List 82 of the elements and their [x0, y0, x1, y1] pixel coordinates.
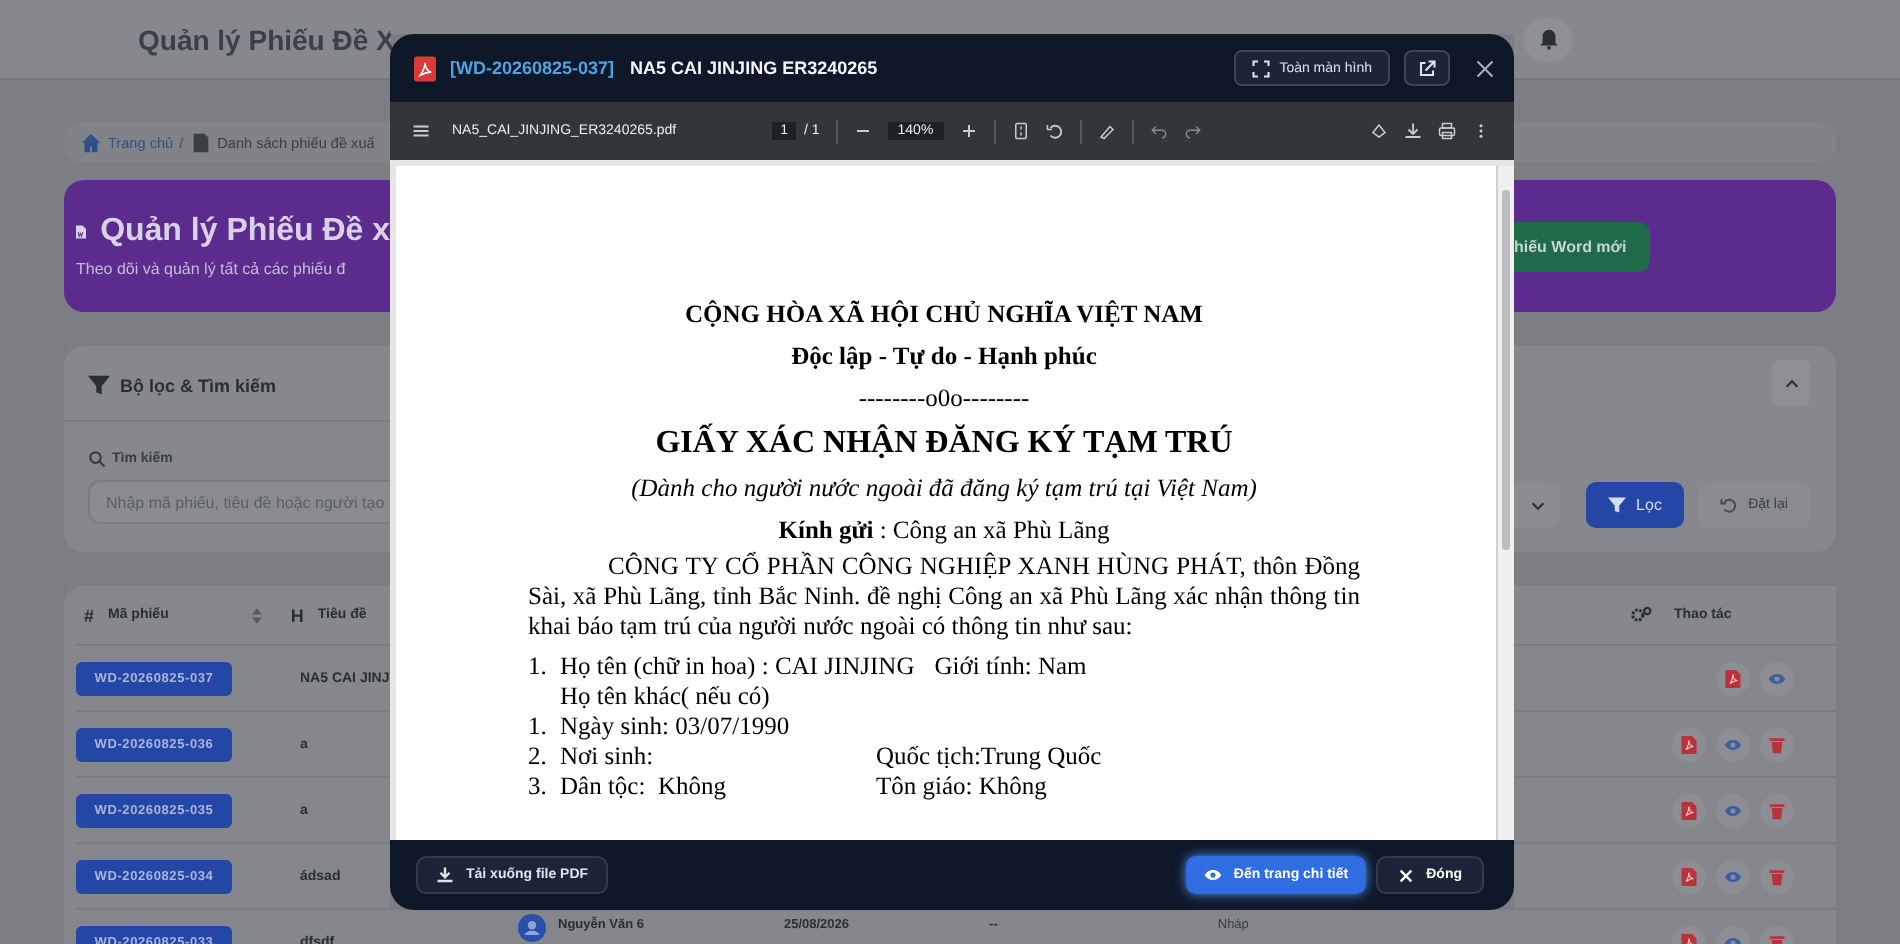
pdf-file-icon: [1724, 669, 1742, 687]
document-field: Quốc tịch:Trung Quốc: [876, 742, 1102, 772]
view-action-button[interactable]: [1716, 859, 1750, 893]
undo-icon: [1720, 496, 1739, 514]
close-icon[interactable]: [1476, 59, 1494, 77]
trash-icon: [1768, 735, 1786, 753]
bell-icon: [1537, 28, 1559, 50]
external-link-icon: [1418, 59, 1436, 77]
document-field: Nơi sinh:: [560, 742, 856, 772]
menu-icon[interactable]: [412, 122, 430, 140]
trash-icon: [1768, 867, 1786, 885]
document-subtitle: (Dành cho người nước ngoài đã đăng ký tạm trú tại Việt Nam): [629, 472, 1259, 506]
dialog-title: NA5 CAI JINJING ER3240265: [630, 58, 880, 78]
document-field: Ngày sinh: 03/07/1990: [560, 712, 856, 742]
document-paragraph: CÔNG TY CỔ PHẦN CÔNG NGHIỆP XANH HÙNG PHÁT, thôn Đồng Sài, xã Phù Lãng, tỉnh Bắc Ninh. đề nghị Công an xã Phù Lãng xác nhận thông tin khai báo tạm trú của người nước ngoài có thông tin như sau:: [528, 552, 1360, 642]
document-code: [WD-20260825-037]: [450, 58, 615, 78]
dropdown-field[interactable]: [1514, 482, 1560, 528]
eye-icon: [1724, 867, 1742, 885]
document-field: Tôn giáo: Không: [876, 772, 1047, 802]
banner-title: Quản lý Phiếu Đề x: [100, 214, 390, 250]
notification-button[interactable]: [1524, 17, 1572, 61]
document-field: Giới tính: Nam: [934, 652, 1087, 682]
fit-page-icon[interactable]: [1011, 122, 1030, 140]
new-word-form-button[interactable]: hiếu Word mới: [1514, 221, 1651, 271]
view-action-button[interactable]: [1716, 793, 1750, 827]
delete-action-button[interactable]: [1760, 727, 1794, 761]
document-heading: CỘNG HÒA XÃ HỘI CHỦ NGHĨA VIỆT NAM: [683, 298, 1205, 332]
document-field: Họ tên khác( nếu có): [560, 682, 1087, 712]
banner-subtitle: Theo dõi và quản lý tất cả các phiếu đ: [76, 260, 348, 278]
filter-icon: [88, 374, 110, 396]
user-avatar-icon: [518, 914, 546, 942]
document-recipient: Kính gửi : Công an xã Phù Lãng: [776, 514, 1112, 548]
scrollbar[interactable]: [1496, 166, 1514, 840]
undo-icon[interactable]: [1149, 122, 1168, 140]
download-icon[interactable]: [1404, 122, 1422, 140]
view-action-button[interactable]: [1760, 661, 1794, 695]
pdf-file-icon: [1680, 735, 1698, 753]
pdf-action-button[interactable]: [1716, 661, 1750, 695]
list-number: 2.: [528, 742, 549, 772]
chevron-up-icon: [1783, 375, 1799, 391]
heading-icon: H: [290, 605, 304, 625]
collapse-button[interactable]: [1772, 360, 1810, 406]
filter-button[interactable]: Lọc: [1586, 482, 1684, 528]
pdf-action-button[interactable]: [1672, 859, 1706, 893]
pdf-file-icon: [414, 55, 436, 81]
eye-icon: [1768, 669, 1786, 687]
hash-icon: #: [84, 605, 95, 625]
document-divider-text: --------o0o--------: [856, 382, 1032, 416]
delete-action-button[interactable]: [1760, 859, 1794, 893]
eye-icon: [1724, 801, 1742, 819]
home-icon: [80, 131, 102, 153]
pdf-file-icon: [1680, 801, 1698, 819]
plus-icon[interactable]: [959, 122, 978, 140]
document-title: GIẤY XÁC NHẬN ĐĂNG KÝ TẠM TRÚ: [653, 421, 1235, 464]
redo-icon[interactable]: [1183, 122, 1202, 140]
eye-icon: [1724, 735, 1742, 753]
document-field: Họ tên (chữ in hoa) : CAI JINJING: [560, 652, 915, 682]
view-action-button[interactable]: [1716, 727, 1750, 761]
pdf-action-button[interactable]: [1672, 727, 1706, 761]
search-icon: [88, 450, 106, 468]
print-icon[interactable]: [1438, 122, 1456, 140]
document-icon: [189, 131, 212, 153]
rotate-icon[interactable]: [1045, 122, 1064, 140]
document-heading: Độc lập - Tự do - Hạnh phúc: [789, 340, 1099, 374]
list-number: 1.: [528, 712, 549, 742]
download-icon: [436, 866, 454, 884]
fullscreen-icon: [1251, 59, 1270, 77]
delete-action-button[interactable]: [1760, 793, 1794, 827]
pdf-action-button[interactable]: [1672, 793, 1706, 827]
filter-title: Bộ lọc & Tìm kiếm: [120, 375, 277, 395]
list-number: 3.: [528, 772, 549, 802]
open-external-button[interactable]: [1404, 50, 1450, 86]
trash-icon: [1768, 801, 1786, 819]
document-field: Dân tộc: Không: [560, 772, 856, 802]
list-number: 1.: [528, 652, 549, 684]
pdf-file-icon: [1680, 867, 1698, 885]
chevron-down-icon: [1529, 497, 1545, 513]
eye-icon: [1203, 866, 1222, 884]
filter-icon: [1608, 496, 1627, 514]
annotate-icon[interactable]: [1097, 122, 1116, 140]
close-icon: [1398, 867, 1415, 883]
sort-icon[interactable]: [252, 607, 263, 623]
